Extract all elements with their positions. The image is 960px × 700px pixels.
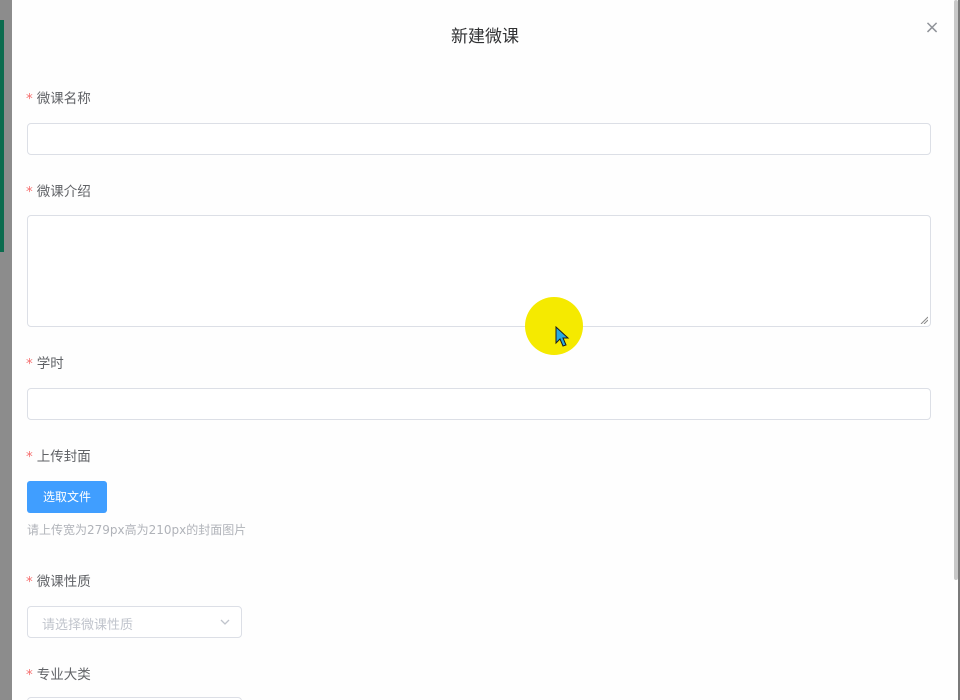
major-category-label: * 专业大类: [26, 663, 91, 683]
course-nature-placeholder: 请选择微课性质: [42, 618, 134, 633]
resize-grip-icon[interactable]: [920, 316, 928, 324]
chevron-down-icon: [220, 619, 230, 625]
background-sidebar-strip: [0, 20, 4, 252]
course-intro-textarea[interactable]: [27, 215, 931, 327]
hours-label: * 学时: [26, 352, 64, 372]
cover-hint: 请上传宽为279px高为210px的封面图片: [27, 523, 247, 537]
required-mark: *: [26, 667, 33, 683]
select-file-button[interactable]: 选取文件: [27, 481, 107, 513]
major-category-label-text: 专业大类: [36, 667, 91, 683]
mouse-cursor-icon: [555, 326, 570, 347]
cursor-highlight: [525, 297, 583, 355]
course-intro-label-text: 微课介绍: [36, 184, 91, 200]
course-nature-label: * 微课性质: [26, 570, 91, 590]
dialog-scrollbar[interactable]: [954, 0, 958, 580]
dialog-title: 新建微课: [451, 27, 519, 47]
course-nature-label-text: 微课性质: [36, 574, 91, 590]
cover-upload-label-text: 上传封面: [36, 449, 91, 465]
close-icon[interactable]: ×: [922, 18, 942, 38]
course-name-input[interactable]: [27, 123, 931, 155]
new-microcourse-dialog: 新建微课 × * 微课名称 * 微课介绍 * 学时 * 上传封面 选取文件 请上传宽为2…: [12, 0, 958, 700]
required-mark: *: [26, 574, 33, 590]
required-mark: *: [26, 184, 33, 200]
course-name-label-text: 微课名称: [36, 91, 91, 107]
required-mark: *: [26, 449, 33, 465]
hours-label-text: 学时: [36, 356, 64, 372]
required-mark: *: [26, 91, 33, 107]
course-intro-label: * 微课介绍: [26, 180, 91, 200]
required-mark: *: [26, 356, 33, 372]
course-nature-select[interactable]: 请选择微课性质: [27, 606, 242, 638]
hours-input[interactable]: [27, 388, 931, 420]
course-name-label: * 微课名称: [26, 87, 91, 107]
cover-upload-label: * 上传封面: [26, 445, 91, 465]
